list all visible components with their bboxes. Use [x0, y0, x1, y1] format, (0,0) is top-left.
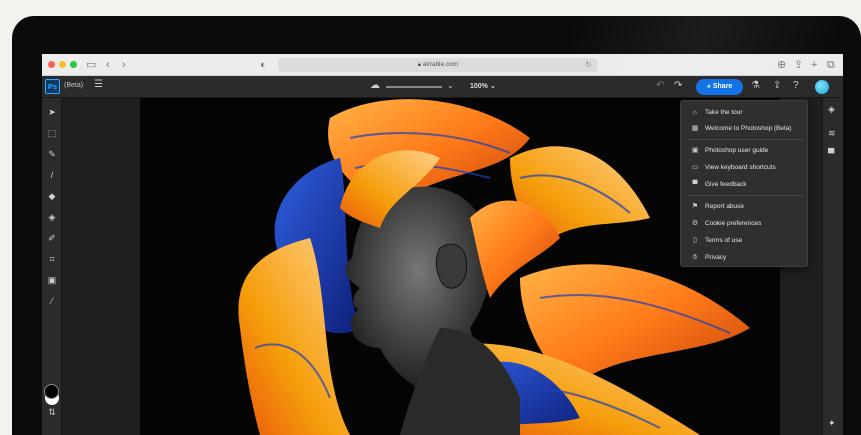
swap-colors-icon[interactable]: ⇅ [46, 406, 58, 418]
comments-icon[interactable]: ▀ [828, 148, 834, 158]
screen: ▭ ‹ › ◐ 🔒︎ airtable.com ↻ ⊕ ⇪ + ⧉ Ps (Be… [42, 54, 843, 435]
menu-item-keyboard-shortcuts[interactable]: ▭ View keyboard shortcuts [681, 160, 807, 175]
lock-icon: 🔒︎ [417, 62, 421, 68]
menu-item-welcome[interactable]: ▦ Welcome to Photoshop (Beta) [681, 121, 807, 136]
share-label: Share [712, 83, 733, 90]
zoom-slider[interactable] [386, 86, 442, 88]
menu-divider [687, 139, 803, 140]
layers-icon[interactable]: ◈ [828, 104, 835, 115]
hand-icon: ✋︎ [693, 254, 697, 261]
paint-bucket-tool-icon[interactable]: ◈ [46, 211, 58, 223]
menu-item-label: Take the tour [705, 109, 743, 116]
hamburger-menu-icon[interactable]: ☰ [94, 79, 103, 90]
zoom-dropdown[interactable]: 100% ⌄ [470, 82, 496, 90]
privacy-shield-icon[interactable]: ◐ [260, 57, 267, 73]
menu-item-label: Report abuse [705, 203, 745, 210]
beta-label: (Beta) [64, 82, 84, 89]
chevron-down-icon[interactable]: ⌄ [447, 81, 454, 90]
menu-item-give-feedback[interactable]: ▀ Give feedback [681, 177, 807, 192]
tools-panel: ➤ ⬚ ✎ / ◆ ◈ ✐ ⌗ ▣ ⁄ ⇅ [42, 98, 62, 435]
flag-icon: ⚑ [691, 203, 699, 210]
zoom-window-button[interactable] [70, 61, 77, 68]
help-menu: ☼ Take the tour ▦ Welcome to Photoshop (… [680, 100, 808, 267]
menu-item-cookie-preferences[interactable]: ⚙ Cookie preferences [681, 216, 807, 231]
close-window-button[interactable] [48, 61, 55, 68]
user-icon: ◕ [706, 83, 711, 90]
eraser-tool-icon[interactable]: ◆ [46, 190, 58, 202]
menu-item-label: Terms of use [705, 237, 743, 244]
share-button[interactable]: ◕ Share [696, 79, 743, 95]
new-tab-icon[interactable]: + [811, 57, 817, 73]
settings-icon[interactable]: ✦ [828, 418, 836, 429]
address-bar[interactable]: 🔒︎ airtable.com ↻ [278, 58, 598, 72]
menu-item-label: View keyboard shortcuts [705, 164, 776, 171]
menu-item-take-the-tour[interactable]: ☼ Take the tour [681, 105, 807, 120]
adjustments-icon[interactable]: ≋ [828, 128, 836, 139]
clone-stamp-tool-icon[interactable]: ✐ [46, 232, 58, 244]
laptop-bezel: ▭ ‹ › ◐ 🔒︎ airtable.com ↻ ⊕ ⇪ + ⧉ Ps (Be… [12, 16, 861, 435]
app-header: Ps (Beta) ☰ ☁ ⌄ 100% ⌄ ↶ ↷ ◕ Share ⚗ ⇪ ? [42, 76, 843, 98]
menu-item-label: Photoshop user guide [705, 147, 769, 154]
cookie-settings-icon: ⚙ [691, 220, 699, 227]
undo-icon[interactable]: ↶ [656, 80, 664, 91]
marquee-tool-icon[interactable]: ⬚ [46, 127, 58, 139]
reload-icon[interactable]: ↻ [585, 58, 592, 72]
export-icon[interactable]: ⇪ [773, 80, 781, 91]
sidebar-toggle-icon[interactable]: ▭ [86, 57, 96, 73]
back-icon[interactable]: ‹ [106, 57, 110, 73]
zoom-level: 100% [470, 83, 488, 90]
help-icon[interactable]: ? [793, 80, 799, 91]
document-icon: ▯ [693, 237, 697, 244]
ps-guide-icon: ▣ [691, 147, 699, 154]
feedback-icon: ▀ [692, 181, 698, 188]
menu-item-user-guide[interactable]: ▣ Photoshop user guide [681, 143, 807, 158]
image-tool-icon[interactable]: ▣ [46, 274, 58, 286]
download-icon[interactable]: ⊕ [777, 57, 786, 73]
menu-item-privacy[interactable]: ✋︎ Privacy [681, 250, 807, 265]
quick-select-tool-icon[interactable]: ✎ [46, 148, 58, 160]
menu-item-label: Cookie preferences [705, 220, 762, 227]
panels-strip: ◈ ≋ ▀ ✦ [822, 98, 843, 435]
window-controls [48, 61, 77, 68]
redo-icon[interactable]: ↷ [674, 80, 682, 91]
browser-toolbar: ▭ ‹ › ◐ 🔒︎ airtable.com ↻ ⊕ ⇪ + ⧉ [42, 54, 843, 76]
brush-tool-icon[interactable]: / [46, 169, 58, 181]
eyedropper-tool-icon[interactable]: ⁄ [46, 295, 58, 307]
keyboard-icon: ▭ [691, 164, 699, 171]
browser-share-icon[interactable]: ⇪ [794, 57, 803, 73]
menu-item-report-abuse[interactable]: ⚑ Report abuse [681, 199, 807, 214]
foreground-color-swatch[interactable] [44, 384, 59, 399]
menu-item-label: Give feedback [705, 181, 747, 188]
cloud-icon[interactable]: ☁ [370, 80, 380, 91]
gift-icon: ▦ [691, 125, 699, 132]
forward-icon[interactable]: › [122, 57, 126, 73]
move-tool-icon[interactable]: ➤ [46, 106, 58, 118]
tab-overview-icon[interactable]: ⧉ [827, 57, 835, 73]
menu-item-label: Privacy [705, 254, 727, 261]
beaker-icon[interactable]: ⚗ [751, 80, 760, 91]
url-text: airtable.com [422, 61, 459, 68]
minimize-window-button[interactable] [59, 61, 66, 68]
menu-item-terms-of-use[interactable]: ▯ Terms of use [681, 233, 807, 248]
tour-icon: ☼ [691, 109, 699, 116]
avatar[interactable] [815, 80, 829, 94]
photoshop-logo: Ps [45, 79, 60, 94]
crop-tool-icon[interactable]: ⌗ [46, 253, 58, 265]
menu-divider [687, 195, 803, 196]
menu-item-label: Welcome to Photoshop (Beta) [705, 125, 792, 132]
